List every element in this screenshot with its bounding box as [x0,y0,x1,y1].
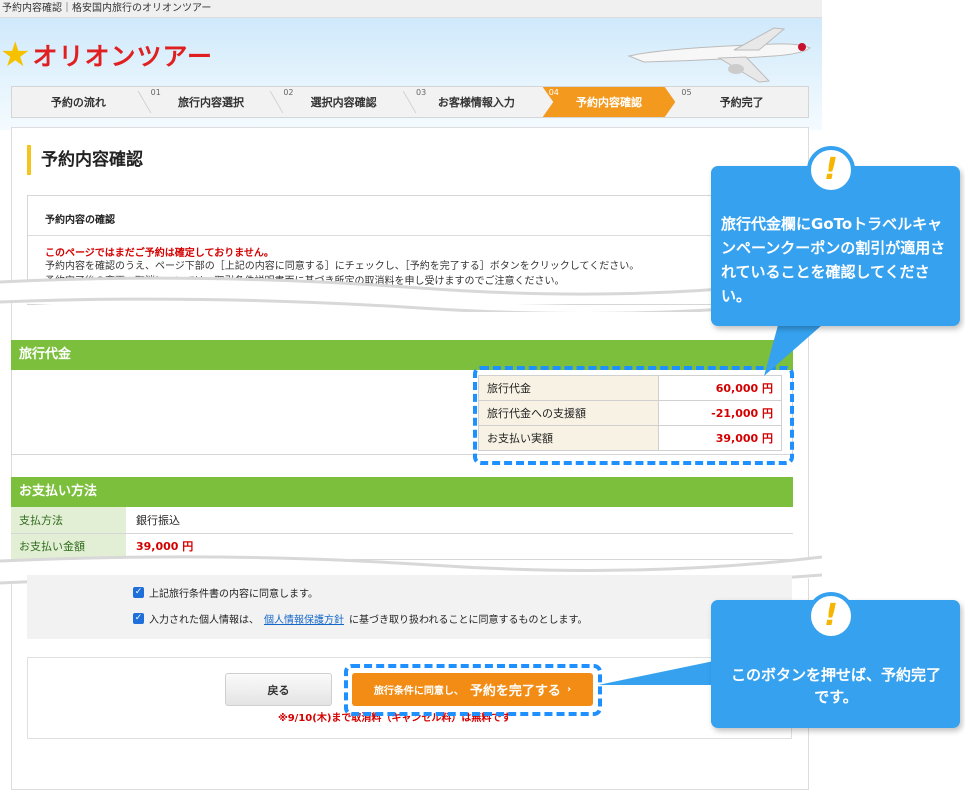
privacy-suffix: に基づき取り扱われることに同意するものとします。 [349,615,588,626]
complete-button-callout: ! このボタンを押せば、予約完了です。 [711,592,960,728]
step-label: 予約完了 [719,96,764,109]
callout-pointer [764,318,830,376]
terms-agree-row: ✓ 上記旅行条件書の内容に同意します。 [133,585,318,600]
privacy-prefix: 入力された個人情報は、 [149,615,259,626]
step-3: 03 お客様情報入力 [410,87,543,117]
fare-highlight-frame [473,366,794,465]
step-label: 予約の流れ [50,96,106,109]
not-confirmed-warning: このページではまだご予約は確定しておりません。 [45,248,274,259]
payment-method-value: 銀行振込 [126,507,793,534]
payment-method-label: 支払方法 [11,507,126,534]
button-highlight-frame [344,664,602,716]
browser-tab-title[interactable]: 予約内容確認｜格安国内旅行のオリオンツアー [0,0,822,18]
exclamation-icon: ! [807,592,855,640]
step-flow: 予約の流れ [12,87,152,117]
step-number: 02 [283,88,294,97]
step-progress-bar: 予約の流れ 01 旅行内容選択 02 選択内容確認 03 お客様情報入力 04 … [11,86,809,118]
callout-pointer [598,661,714,685]
airplane-image [627,27,811,83]
step-number: 01 [150,88,161,97]
table-row: 支払方法 銀行振込 [11,507,793,534]
step-label: 旅行内容選択 [178,96,244,109]
terms-checkbox[interactable]: ✓ [133,587,144,598]
step-label: 予約内容確認 [576,96,643,109]
step-number: 03 [416,88,427,97]
step-number: 05 [681,88,692,97]
complete-button-callout-text: このボタンを押せば、予約完了です。 [731,666,942,706]
fare-check-callout-text: 旅行代金欄にGoToトラベルキャンペーンクーポンの割引が適用されていることを確認… [721,215,946,305]
confirm-heading: 予約内容の確認 [28,196,806,236]
back-button[interactable]: 戻る [225,673,332,706]
tear-separator [0,276,822,312]
terms-agree-label[interactable]: 上記旅行条件書の内容に同意します。 [149,585,318,600]
step-number: 04 [548,88,559,97]
site-logo[interactable]: ★ オリオンツアー [0,38,213,72]
exclamation-icon: ! [807,146,855,194]
logo-text: オリオンツアー [32,42,213,71]
star-logo-icon: ★ [0,35,31,75]
payment-section-header: お支払い方法 [11,477,793,507]
privacy-checkbox[interactable]: ✓ [133,613,144,624]
step-1: 01 旅行内容選択 [145,87,284,117]
step-label: お客様情報入力 [437,96,515,109]
privacy-policy-link[interactable]: 個人情報保護方針 [264,611,344,626]
step-5: 05 予約完了 [675,87,808,117]
step-label: 選択内容確認 [310,96,377,109]
privacy-agree-row: ✓ 入力された個人情報は、 個人情報保護方針 に基づき取り扱われることに同意するもの… [133,611,588,626]
page-title: 予約内容確認 [27,145,143,175]
fare-check-callout: ! 旅行代金欄にGoToトラベルキャンペーンクーポンの割引が適用されていることを… [711,146,960,326]
step-2: 02 選択内容確認 [277,87,417,117]
step-4-current: 04 予約内容確認 [542,87,676,117]
